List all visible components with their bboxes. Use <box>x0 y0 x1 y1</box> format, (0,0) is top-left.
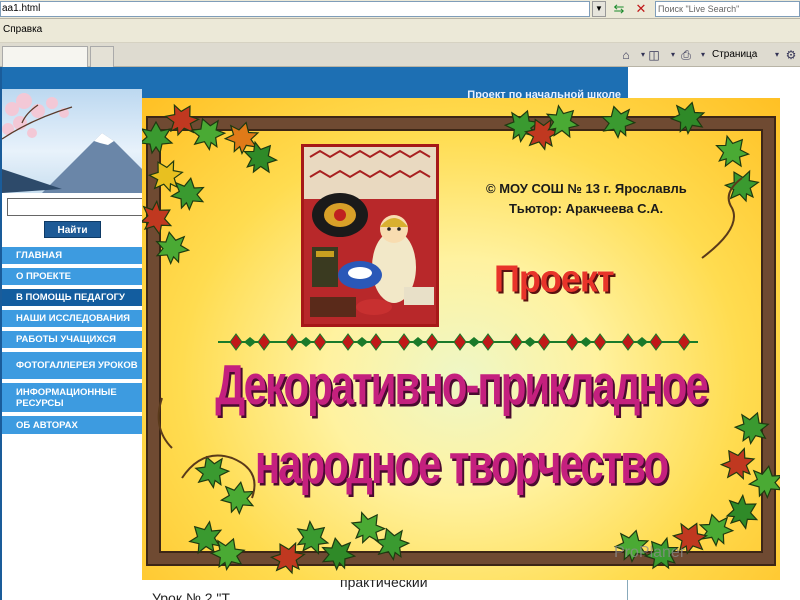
nav-item-teacher-help[interactable]: В ПОМОЩЬ ПЕДАГОГУ <box>2 289 142 308</box>
folk-ornament-border <box>218 333 698 351</box>
search-input[interactable]: Поиск "Live Search" <box>655 1 800 17</box>
menu-help[interactable]: Справка <box>3 24 42 35</box>
nav-item-info-resources[interactable]: ИНФОРМАЦИОННЫЕ РЕСУРСЫ <box>2 383 142 414</box>
nav-item-home[interactable]: ГЛАВНАЯ <box>2 247 142 266</box>
nav-item-about[interactable]: О ПРОЕКТЕ <box>2 268 142 287</box>
refresh-icon[interactable]: ⇆ <box>609 0 629 18</box>
gear-icon[interactable]: ⚙ <box>782 46 800 64</box>
nav-item-student-works[interactable]: РАБОТЫ УЧАЩИХСЯ <box>2 331 142 350</box>
crafts-photo <box>301 144 439 327</box>
address-bar: aa1.html ▼ ⇆ ✕ Поиск "Live Search" <box>0 0 800 19</box>
nav-item-photo-gallery[interactable]: ФОТОГАЛЛЕРЕЯ УРОКОВ <box>2 352 142 381</box>
find-button[interactable]: Найти <box>44 221 101 238</box>
author-tutor: Тьютор: Аракчеева С.А. <box>509 201 664 216</box>
address-dropdown-button[interactable]: ▼ <box>592 1 606 17</box>
stop-icon[interactable]: ✕ <box>631 0 651 18</box>
page-menu-label[interactable]: Страница <box>712 49 757 60</box>
feed-icon[interactable]: ◫ <box>645 46 663 64</box>
header-mountain-image <box>2 89 142 193</box>
site-search-input[interactable] <box>7 198 143 216</box>
address-input[interactable]: aa1.html <box>0 1 590 17</box>
watermark-text: ProPlaner <box>614 544 686 561</box>
print-icon[interactable]: ⎙ <box>677 46 695 64</box>
new-tab-button[interactable] <box>90 46 114 67</box>
menu-bar: Справка <box>0 19 800 43</box>
home-icon[interactable]: ⌂ <box>617 46 635 64</box>
project-heading: Проект <box>494 256 615 300</box>
author-school: © МОУ СОШ № 13 г. Ярославль <box>486 181 687 196</box>
site-header-bar <box>2 67 628 89</box>
nav-item-research[interactable]: НАШИ ИССЛЕДОВАНИЯ <box>2 310 142 329</box>
tab-current[interactable] <box>2 46 88 67</box>
presentation-slide: © МОУ СОШ № 13 г. Ярославль Тьютор: Арак… <box>142 98 780 580</box>
slide-title-line-1: Декоративно-прикладное <box>215 352 709 417</box>
nav-item-authors[interactable]: ОБ АВТОРАХ <box>2 416 142 436</box>
slide-title-line-2: народное творчество <box>254 431 669 496</box>
tab-bar: ⌂ ▾ ◫ ▾ ⎙ ▾ Страница ▾ ⚙ <box>0 43 800 67</box>
footer-text-2: Урок № 2 "Т <box>152 590 230 600</box>
